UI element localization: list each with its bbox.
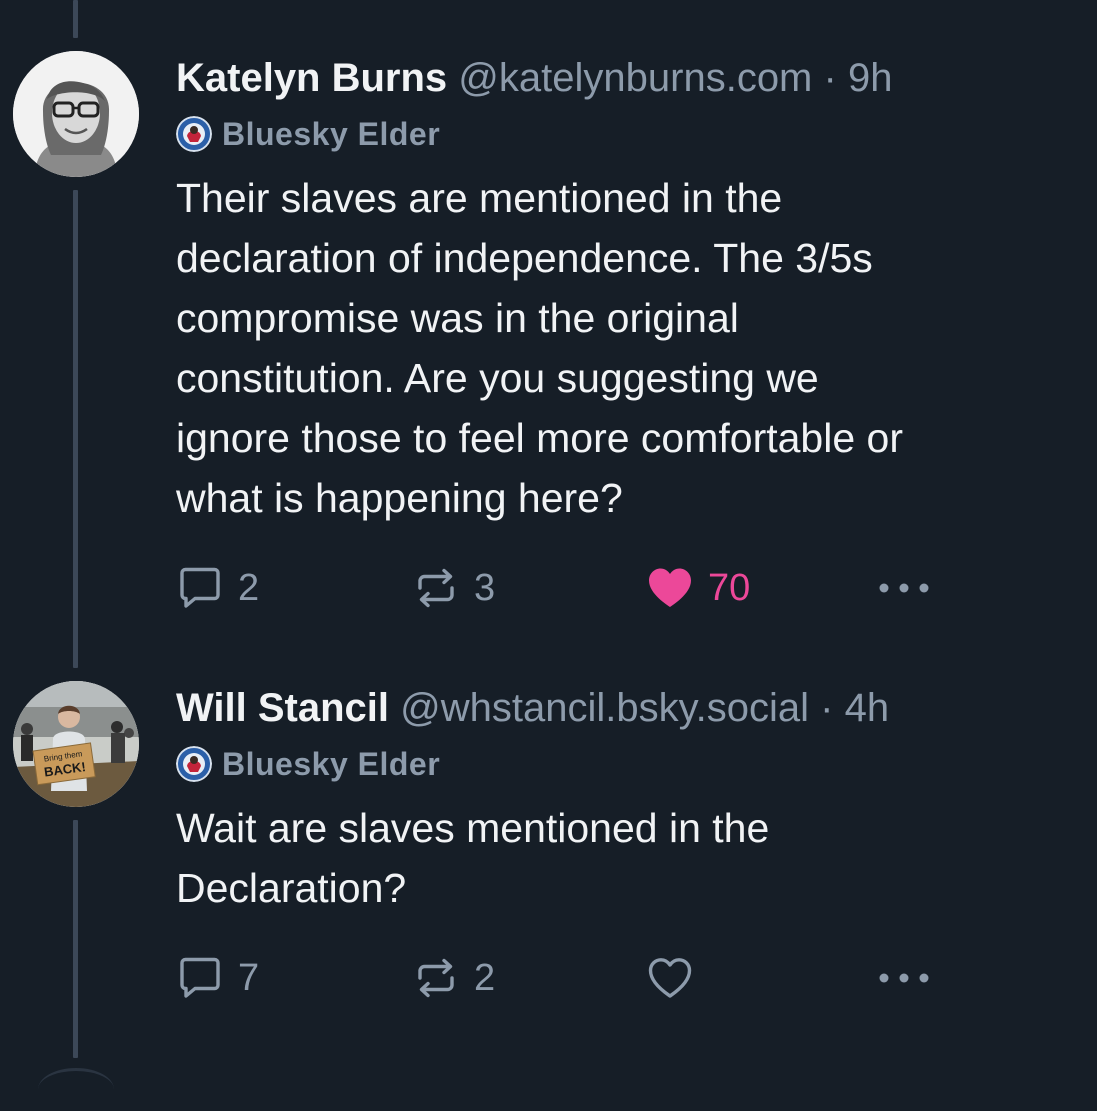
post-actions: 2 3 70 — [176, 563, 1056, 613]
like-button[interactable]: 70 — [646, 563, 750, 613]
reply-count: 2 — [238, 566, 260, 609]
post-actions: 7 2 — [176, 953, 1056, 1003]
elder-badge-icon — [176, 116, 212, 152]
author-handle[interactable]: @whstancil.bsky.social — [400, 686, 809, 730]
repost-button[interactable]: 2 — [412, 953, 495, 1003]
author-avatar[interactable]: Bring them BACK! — [13, 681, 139, 807]
like-button[interactable] — [646, 953, 708, 1003]
reply-bubble-icon — [180, 567, 220, 608]
header-separator: · — [823, 56, 837, 100]
reply-count: 7 — [238, 956, 260, 999]
more-dots-icon — [879, 583, 929, 593]
repost-button[interactable]: 3 — [412, 563, 495, 613]
repost-arrows-icon — [418, 568, 454, 608]
more-options-button[interactable] — [878, 563, 930, 613]
post-text: Their slaves are mentioned in the declar… — [176, 175, 903, 521]
header-separator: · — [820, 686, 834, 730]
post-time[interactable]: 9h — [848, 56, 893, 100]
post-time[interactable]: 4h — [845, 686, 890, 730]
repost-count: 3 — [474, 566, 496, 609]
post-header: Will Stancil @whstancil.bsky.social · 4h — [176, 684, 1057, 732]
person-holding-sign-avatar: Bring them BACK! — [13, 681, 139, 807]
post-item[interactable]: Katelyn Burns @katelynburns.com · 9h Blu… — [0, 0, 1097, 640]
author-name[interactable]: Will Stancil — [176, 686, 389, 730]
author-handle[interactable]: @katelynburns.com — [458, 56, 812, 100]
heart-icon — [648, 958, 692, 998]
badge[interactable]: Bluesky Elder — [176, 116, 1057, 152]
author-name[interactable]: Katelyn Burns — [176, 56, 447, 100]
more-options-button[interactable] — [878, 953, 930, 1003]
author-avatar[interactable] — [13, 51, 139, 177]
post-content: Will Stancil @whstancil.bsky.social · 4h… — [176, 684, 1057, 918]
badge[interactable]: Bluesky Elder — [176, 746, 1057, 782]
reply-bubble-icon — [180, 957, 220, 998]
post-text: Wait are slaves mentioned in the Declara… — [176, 805, 770, 911]
elder-badge-icon — [176, 746, 212, 782]
heart-icon — [649, 568, 691, 607]
repost-arrows-icon — [418, 958, 454, 998]
like-count: 70 — [708, 566, 751, 609]
reply-button[interactable]: 2 — [176, 563, 259, 613]
post-header: Katelyn Burns @katelynburns.com · 9h — [176, 54, 1057, 102]
more-dots-icon — [879, 973, 929, 983]
reply-button[interactable]: 7 — [176, 953, 259, 1003]
person-with-glasses-avatar — [13, 51, 139, 177]
badge-label: Bluesky Elder — [222, 745, 441, 782]
badge-label: Bluesky Elder — [222, 115, 441, 152]
post-content: Katelyn Burns @katelynburns.com · 9h Blu… — [176, 54, 1057, 528]
repost-count: 2 — [474, 956, 496, 999]
next-post-avatar[interactable] — [38, 1068, 114, 1111]
